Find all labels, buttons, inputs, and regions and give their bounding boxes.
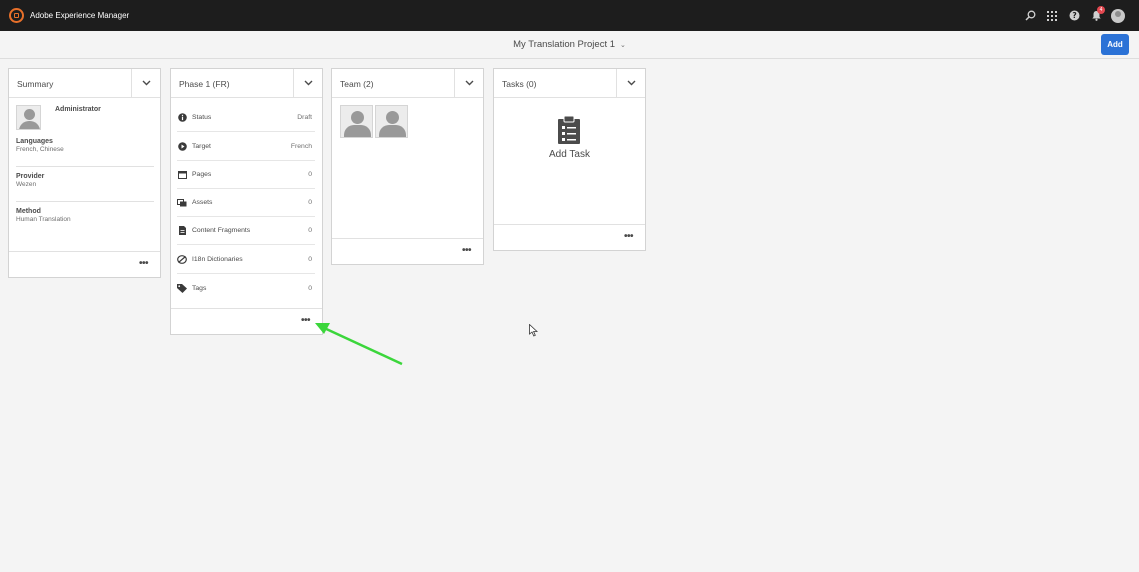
card-title: Team (2) (340, 79, 374, 89)
row-value: Draft (297, 114, 312, 121)
user-avatar-icon (1111, 8, 1125, 23)
card-header: Summary (9, 69, 160, 98)
admin-name: Administrator (55, 106, 101, 113)
dictionary-icon (177, 255, 187, 265)
notifications-bell-icon[interactable]: 4 (1085, 0, 1107, 31)
mouse-cursor-icon (529, 324, 538, 337)
chevron-down-icon (465, 80, 473, 86)
row-value: 0 (308, 284, 312, 292)
card-toggle-button[interactable] (454, 69, 483, 97)
chevron-down-icon (627, 80, 635, 86)
top-navigation-bar: Adobe Experience Manager ? 4 (0, 0, 1139, 31)
help-icon[interactable]: ? (1063, 0, 1085, 31)
action-bar: My Translation Project 1 ⌄ Add (0, 31, 1139, 59)
document-icon (177, 226, 187, 236)
aem-logo-icon (9, 8, 24, 23)
more-options-icon[interactable]: ••• (139, 259, 149, 269)
row-label: Tags (192, 284, 207, 292)
more-options-icon[interactable]: ••• (462, 246, 472, 256)
card-footer: ••• (332, 238, 483, 264)
field-label: Provider (16, 173, 45, 180)
add-task-button[interactable]: Add Task (494, 149, 645, 160)
card-header: Team (2) (332, 69, 483, 98)
info-icon (177, 113, 187, 123)
card-header: Tasks (0) (494, 69, 645, 98)
team-member-avatar-icon[interactable] (340, 105, 373, 138)
row-label: Target (192, 143, 211, 150)
phase-row-pages[interactable]: Pages 0 (177, 161, 315, 189)
row-value: 0 (308, 256, 312, 263)
provider-field: Provider Wezen (16, 173, 154, 188)
card-toggle-button[interactable] (293, 69, 322, 97)
row-value: French (290, 143, 312, 150)
card-title: Tasks (0) (502, 79, 537, 89)
pages-icon (177, 170, 187, 180)
field-value: Wezen (16, 181, 37, 188)
row-value: 0 (308, 199, 312, 206)
chevron-down-icon: ⌄ (620, 42, 626, 49)
method-field: Method Human Translation (16, 208, 154, 223)
row-value: 0 (308, 227, 312, 234)
languages-field: Languages French, Chinese (16, 138, 154, 153)
project-title-text: My Translation Project 1 (513, 39, 616, 50)
admin-avatar-icon (16, 105, 41, 130)
row-label: Pages (192, 171, 212, 178)
summary-card: Summary Administrator Languages French, … (8, 68, 161, 278)
user-avatar[interactable] (1107, 0, 1129, 31)
play-circle-icon (177, 142, 187, 152)
notification-badge: 4 (1097, 6, 1105, 14)
team-member-avatar-icon[interactable] (375, 105, 408, 138)
phase-row-i18n-dictionaries[interactable]: I18n Dictionaries 0 (177, 246, 315, 274)
annotation-arrow-icon (315, 323, 403, 366)
svg-text:?: ? (1072, 11, 1076, 20)
team-card: Team (2) ••• (331, 68, 484, 265)
divider (16, 201, 154, 202)
app-title: Adobe Experience Manager (30, 11, 130, 20)
add-button[interactable]: Add (1101, 34, 1129, 55)
card-toggle-button[interactable] (616, 69, 645, 97)
card-title: Phase 1 (FR) (179, 79, 230, 89)
card-header: Phase 1 (FR) (171, 69, 322, 98)
solutions-grid-icon[interactable] (1041, 0, 1063, 31)
phase-card: Phase 1 (FR) Status Draft Target French … (170, 68, 323, 335)
phase-row-tags[interactable]: Tags 0 (177, 274, 315, 302)
search-icon[interactable] (1019, 0, 1041, 31)
row-label: Assets (192, 199, 213, 206)
card-title: Summary (17, 79, 54, 89)
row-label: Content Fragments (192, 227, 251, 234)
field-label: Method (16, 208, 41, 215)
row-label: Status (192, 114, 212, 121)
chevron-down-icon (304, 80, 312, 86)
brand[interactable]: Adobe Experience Manager (9, 8, 129, 23)
row-label: I18n Dictionaries (192, 256, 243, 263)
card-footer: ••• (9, 251, 160, 277)
chevron-down-icon (142, 80, 150, 86)
row-value: 0 (308, 171, 312, 178)
card-footer: ••• (494, 224, 645, 250)
card-toggle-button[interactable] (131, 69, 160, 97)
assets-icon (177, 198, 187, 208)
tag-icon (177, 283, 187, 293)
phase-row-target[interactable]: Target French (177, 133, 315, 161)
phase-row-status[interactable]: Status Draft (177, 104, 315, 132)
more-options-icon[interactable]: ••• (624, 232, 634, 242)
tasks-card: Tasks (0) Add Task ••• (493, 68, 646, 251)
phase-row-assets[interactable]: Assets 0 (177, 189, 315, 217)
phase-row-content-fragments[interactable]: Content Fragments 0 (177, 217, 315, 245)
project-title[interactable]: My Translation Project 1 ⌄ (0, 39, 1139, 50)
field-value: French, Chinese (16, 146, 64, 153)
clipboard-icon[interactable] (558, 116, 580, 144)
field-value: Human Translation (16, 216, 71, 223)
field-label: Languages (16, 138, 53, 145)
divider (16, 166, 154, 167)
